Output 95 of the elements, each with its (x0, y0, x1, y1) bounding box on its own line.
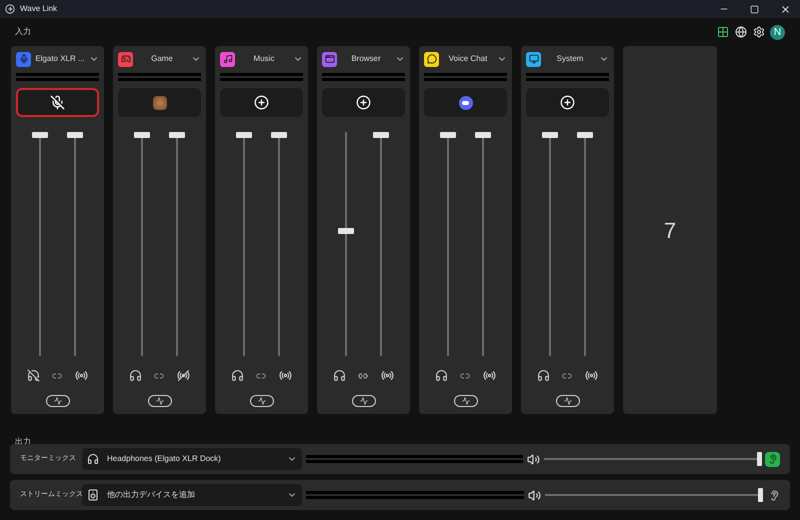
broadcast-icon[interactable] (482, 369, 496, 382)
effects-button[interactable] (46, 395, 70, 407)
unlink-icon[interactable] (256, 370, 266, 380)
ear-icon (768, 454, 778, 464)
fader-thumb[interactable] (474, 132, 491, 138)
fader-thumb[interactable] (270, 132, 287, 138)
broadcast-icon[interactable] (380, 369, 394, 382)
source-button[interactable] (16, 88, 99, 117)
fader-thumb[interactable] (236, 132, 252, 138)
speaker-icon (87, 489, 99, 501)
unlink-icon[interactable] (562, 370, 572, 380)
waveform-icon (54, 397, 62, 405)
waveform-icon (258, 397, 266, 405)
add-icon (356, 95, 371, 110)
volume-fader[interactable] (541, 132, 560, 356)
effects-button[interactable] (352, 395, 376, 407)
volume-fader[interactable] (31, 132, 50, 356)
volume-fader[interactable] (66, 132, 84, 356)
slider-thumb[interactable] (757, 452, 762, 466)
fader-thumb[interactable] (576, 132, 593, 138)
close-icon[interactable] (780, 4, 791, 14)
headphones-icon[interactable] (333, 369, 346, 382)
section-label: 入力 (15, 26, 31, 38)
headphones-icon (87, 453, 99, 465)
globe-icon[interactable] (735, 26, 747, 38)
muted-mic-icon (50, 95, 65, 110)
link-icon[interactable] (358, 370, 368, 380)
channel-name[interactable]: Game (133, 53, 191, 65)
volume-fader[interactable] (133, 132, 152, 356)
add-icon (254, 95, 269, 110)
volume-fader[interactable] (372, 132, 390, 356)
device-name: 他の出力デバイスを追加 (107, 489, 196, 501)
volume-slider[interactable] (545, 488, 763, 502)
listen-button[interactable] (765, 452, 780, 466)
fader-thumb[interactable] (542, 132, 558, 138)
headphones-icon[interactable] (231, 369, 244, 382)
slot-number: 7 (664, 216, 676, 244)
headphones-icon[interactable] (537, 369, 550, 382)
effects-button[interactable] (454, 395, 478, 407)
volume-fader[interactable] (439, 132, 458, 356)
waveform-icon (564, 397, 572, 405)
volume-fader[interactable] (168, 132, 186, 356)
device-dropdown[interactable]: Headphones (Elgato XLR Dock) (82, 448, 302, 470)
channel-name[interactable]: Browser (337, 53, 395, 65)
volume-fader[interactable] (576, 132, 594, 356)
fader-thumb[interactable] (372, 132, 389, 138)
fader-thumb[interactable] (168, 132, 185, 138)
fader-thumb[interactable] (338, 228, 354, 234)
channel-name[interactable]: Elgato XLR ... (31, 53, 89, 65)
channel-name[interactable]: Music (235, 53, 293, 65)
settings-icon[interactable] (753, 26, 765, 38)
window-title: Wave Link (20, 3, 58, 15)
add-icon (560, 95, 575, 110)
unlink-icon[interactable] (460, 370, 470, 380)
volume-fader[interactable] (474, 132, 492, 356)
grid-icon[interactable] (717, 26, 729, 38)
volume-fader[interactable] (270, 132, 288, 356)
broadcast-icon[interactable] (584, 369, 598, 382)
app-icon (152, 96, 166, 110)
source-button[interactable] (322, 88, 405, 117)
volume-icon[interactable] (528, 488, 541, 502)
effects-button[interactable] (148, 395, 172, 407)
effects-button[interactable] (556, 395, 580, 407)
empty-slot[interactable]: 7 (623, 46, 717, 414)
volume-fader[interactable] (337, 132, 356, 356)
fader-thumb[interactable] (66, 132, 83, 138)
waveform-icon (156, 397, 164, 405)
device-dropdown[interactable]: 他の出力デバイスを追加 (82, 484, 302, 506)
unlink-icon[interactable] (52, 370, 62, 380)
source-button[interactable] (220, 88, 303, 117)
profile-avatar[interactable]: N (770, 24, 785, 40)
channel-name[interactable]: Voice Chat (439, 53, 497, 65)
fader-thumb[interactable] (32, 132, 48, 138)
broadcast-icon[interactable] (278, 369, 292, 382)
slider-thumb[interactable] (758, 488, 763, 502)
source-button[interactable] (526, 88, 609, 117)
volume-icon[interactable] (527, 452, 540, 466)
fader-thumb[interactable] (440, 132, 456, 138)
app-logo-icon (5, 4, 15, 14)
waveform-icon (360, 397, 368, 405)
broadcast-icon[interactable] (74, 369, 88, 382)
headphones-icon[interactable] (435, 369, 448, 382)
channel-name[interactable]: System (541, 53, 599, 65)
headphones-off-icon[interactable] (27, 369, 40, 382)
headphones-icon[interactable] (129, 369, 142, 382)
ear-icon[interactable] (769, 490, 780, 500)
waveform-icon (462, 397, 470, 405)
device-name: Headphones (Elgato XLR Dock) (107, 453, 222, 465)
fader-thumb[interactable] (134, 132, 150, 138)
unlink-icon[interactable] (154, 370, 164, 380)
chat-app-icon (458, 96, 472, 110)
maximize-icon[interactable] (750, 4, 759, 14)
volume-slider[interactable] (544, 452, 762, 466)
effects-button[interactable] (250, 395, 274, 407)
volume-fader[interactable] (235, 132, 254, 356)
